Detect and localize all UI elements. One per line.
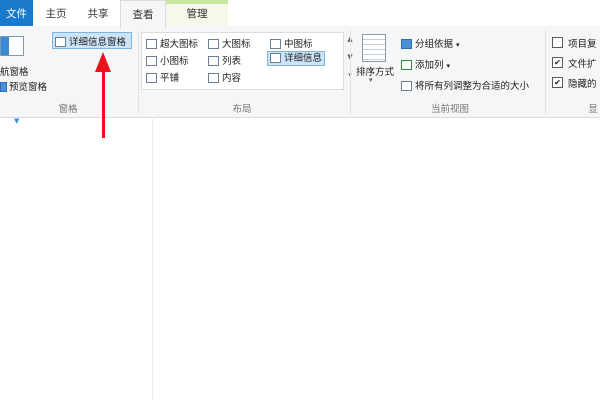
red-arrow-shaft xyxy=(102,70,105,138)
group-by-icon xyxy=(401,38,412,49)
navigation-pane-button[interactable]: 航窗格 xyxy=(0,64,29,78)
size-all-columns-button[interactable]: 将所有列调整为合适的大小 xyxy=(401,78,529,92)
group-separator xyxy=(350,30,351,114)
list-label: 列表 xyxy=(222,56,242,67)
file-extensions-label: 文件扩 xyxy=(568,59,597,70)
layout-list[interactable]: 列表 xyxy=(208,53,241,67)
content-icon xyxy=(208,72,219,83)
add-columns-icon xyxy=(401,59,412,70)
ribbon-tab-bar: 文件 主页 共享 查看 管理 xyxy=(0,0,600,28)
list-icon xyxy=(208,55,219,66)
tab-share[interactable]: 共享 xyxy=(80,0,116,26)
tiles-label: 平铺 xyxy=(160,73,180,84)
layout-medium-icons[interactable]: 中图标 xyxy=(270,36,313,50)
group-by-label: 分组依据 xyxy=(415,39,454,50)
item-checkboxes-checkbox[interactable] xyxy=(552,37,563,48)
add-columns-label: 添加列 xyxy=(415,60,444,71)
hidden-items-checkbox[interactable]: ✔ xyxy=(552,77,563,88)
layout-large-icons[interactable]: 大图标 xyxy=(208,36,251,50)
item-checkboxes-label: 项目复 xyxy=(568,39,597,50)
navigation-pane-divider[interactable] xyxy=(152,117,153,400)
tab-view[interactable]: 查看 xyxy=(120,0,166,28)
size-columns-icon xyxy=(401,80,412,91)
file-extensions-checkbox[interactable]: ✔ xyxy=(552,57,563,68)
medium-icons-label: 中图标 xyxy=(284,39,313,50)
current-view-group-label: 当前视图 xyxy=(430,104,469,115)
details-label: 详细信息 xyxy=(284,53,323,64)
group-separator xyxy=(545,30,546,114)
show-hide-group-label: 显 xyxy=(588,104,598,115)
group-by-dropdown-icon: ▾ xyxy=(456,41,460,49)
hidden-items-label: 隐藏的 xyxy=(568,79,597,90)
large-icons-icon xyxy=(208,38,219,49)
layout-group-label: 布局 xyxy=(232,104,252,115)
red-arrow-head xyxy=(95,52,111,72)
layout-tiles[interactable]: 平铺 xyxy=(146,70,179,84)
details-icon xyxy=(270,52,281,63)
layout-gallery: 超大图标 大图标 中图标 小图标 列表 详细信息 平铺 内容 ▲ ▼ ▾ xyxy=(141,32,353,90)
add-columns-button[interactable]: 添加列 ▾ xyxy=(401,57,450,71)
details-pane-icon xyxy=(55,36,66,47)
layout-small-icons[interactable]: 小图标 xyxy=(146,53,189,67)
small-icons-label: 小图标 xyxy=(160,56,189,67)
tab-file[interactable]: 文件 xyxy=(0,0,33,26)
panes-group-label: 窗格 xyxy=(58,104,78,115)
preview-pane-label: 预览窗格 xyxy=(9,82,48,93)
layout-details[interactable]: 详细信息 xyxy=(267,51,326,66)
layout-extra-large-icons[interactable]: 超大图标 xyxy=(146,36,198,50)
extra-large-icons-label: 超大图标 xyxy=(160,39,199,50)
content-label: 内容 xyxy=(222,73,242,84)
size-all-columns-label: 将所有列调整为合适的大小 xyxy=(415,81,530,92)
group-separator xyxy=(138,30,139,114)
ribbon-view-panel: 航窗格 预览窗格 详细信息窗格 窗格 超大图标 大图标 中图标 小图标 列表 详… xyxy=(0,26,600,118)
sort-by-dropdown-icon[interactable]: ▾ xyxy=(369,76,373,84)
add-columns-dropdown-icon: ▾ xyxy=(446,62,451,70)
details-pane-label: 详细信息窗格 xyxy=(69,37,127,48)
navigation-collapse-icon[interactable]: ▼ xyxy=(14,117,19,125)
tiles-icon xyxy=(146,72,157,83)
preview-pane-icon xyxy=(0,81,7,92)
sort-by-button[interactable]: 排序方式 xyxy=(356,64,394,78)
preview-pane-button[interactable]: 预览窗格 xyxy=(0,79,47,93)
layout-content[interactable]: 内容 xyxy=(208,70,241,84)
large-icons-label: 大图标 xyxy=(222,39,251,50)
tab-manage[interactable]: 管理 xyxy=(166,0,228,26)
sort-by-icon[interactable] xyxy=(362,34,386,62)
navigation-pane-icon[interactable] xyxy=(0,36,24,56)
tab-home[interactable]: 主页 xyxy=(38,0,74,26)
group-by-button[interactable]: 分组依据 ▾ xyxy=(401,36,460,50)
extra-large-icons-icon xyxy=(146,38,157,49)
medium-icons-icon xyxy=(270,38,281,49)
small-icons-icon xyxy=(146,55,157,66)
details-pane-content: 详细信息窗格 xyxy=(55,34,126,48)
